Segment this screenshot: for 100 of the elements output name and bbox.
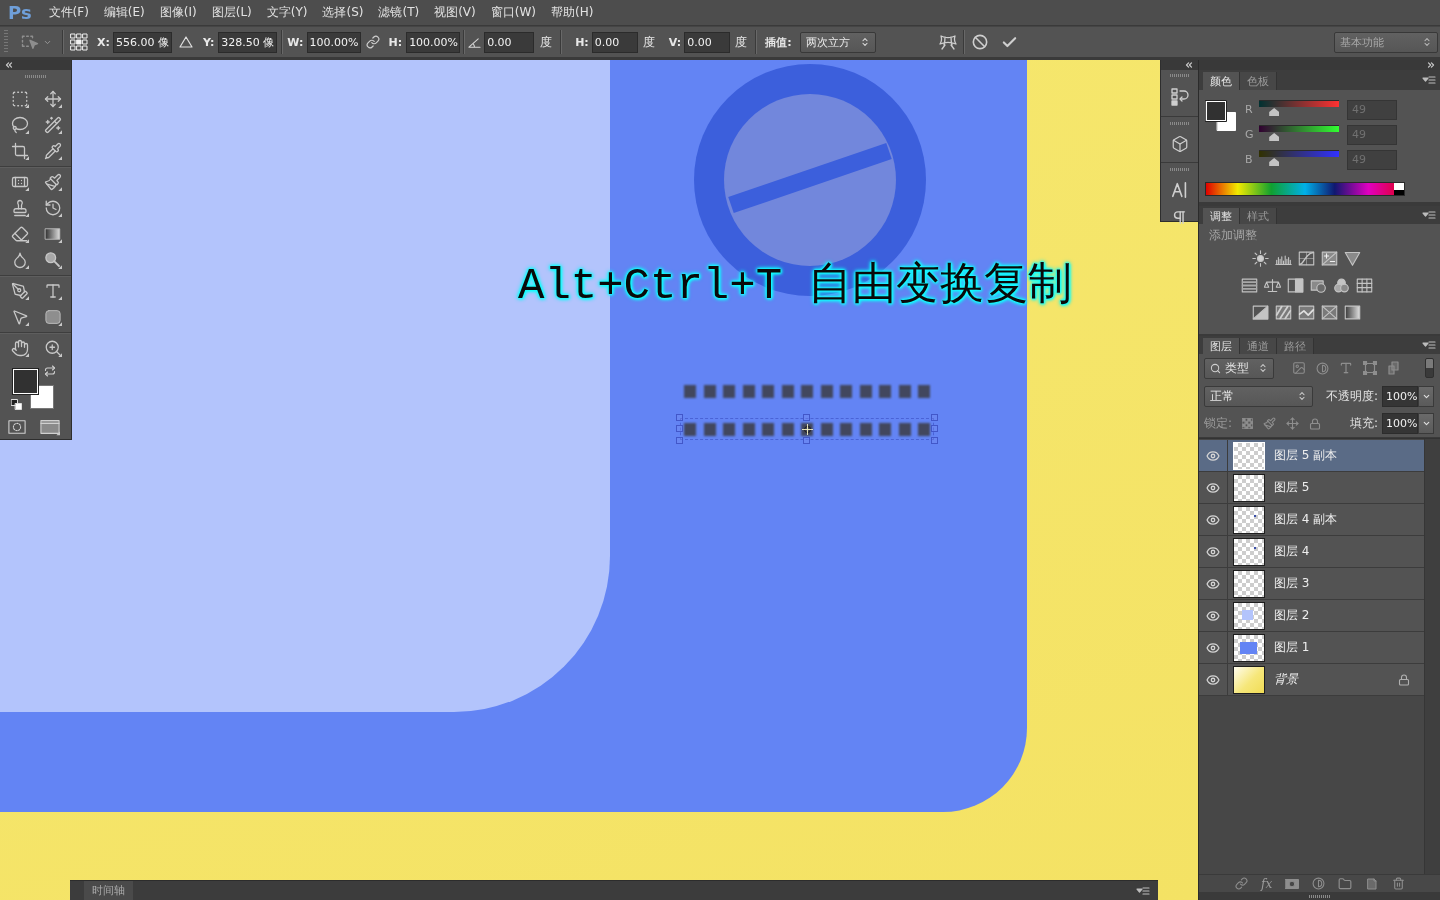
stamp-icon[interactable] [10,199,29,217]
skew-field[interactable]: 0.00 [684,31,731,53]
pilcrow-icon[interactable] [1171,209,1188,226]
eye-icon[interactable] [1206,576,1220,591]
menu-item[interactable]: 编辑(E) [103,4,145,21]
grip-handle[interactable] [1169,122,1190,125]
crosshair-icon[interactable] [802,424,813,435]
menu-item[interactable]: 文件(F) [48,4,89,21]
panel-tab[interactable]: 颜色 [1203,72,1240,90]
mini-swatches-icon[interactable] [11,399,22,410]
transform-handle[interactable] [803,437,810,444]
blend-mode-select[interactable]: 正常 [1204,385,1313,407]
plus-minus-square-icon[interactable] [1321,250,1338,267]
grid-icon[interactable] [1355,277,1373,294]
width-field[interactable]: 100.00% [306,31,361,53]
type-icon[interactable] [43,282,62,300]
updown-caret-icon[interactable] [859,37,870,47]
expand-icon[interactable] [1426,60,1436,70]
grip-handle[interactable] [1169,168,1190,171]
panel-menu-icon[interactable] [1422,73,1436,87]
sun-icon[interactable] [1252,250,1269,267]
stacked-squares-arrow-icon[interactable] [1169,87,1190,107]
eye-icon[interactable] [1206,640,1220,655]
grip-handle[interactable] [4,30,8,54]
layer-row[interactable]: 图层 5 [1199,472,1424,504]
eye-icon[interactable] [1206,608,1220,623]
layer-row[interactable]: 图层 2 [1199,600,1424,632]
dashed-rectangle-icon[interactable] [10,90,29,108]
menu-item[interactable]: 视图(V) [434,4,476,21]
menu-item[interactable]: 图层(L) [211,4,252,21]
pen-nib-icon[interactable] [10,282,29,300]
color-swatches-icon[interactable] [1205,100,1237,132]
collapse-icon[interactable] [1184,60,1194,70]
filter-toggle-switch[interactable] [1425,358,1434,378]
x-position-field[interactable]: 556.00 像 [112,31,172,53]
crop-icon[interactable] [10,142,29,160]
updown-caret-icon[interactable] [1421,37,1432,47]
inverted-triangle-icon[interactable] [1344,250,1361,267]
interpolation-select[interactable]: 两次立方 [799,31,876,53]
eyedropper-icon[interactable] [43,142,62,160]
rounded-square-icon[interactable] [43,308,62,326]
layer-row[interactable]: 图层 4 副本 [1199,504,1424,536]
cancel-icon[interactable] [971,34,988,50]
wand-icon[interactable] [43,116,62,134]
y-position-field[interactable]: 328.50 像 [218,31,278,53]
dashed-circle-frame-icon[interactable] [7,418,26,436]
clock-arrow-icon[interactable] [43,199,62,217]
grip-handle[interactable] [24,75,47,78]
menu-item[interactable]: 窗口(W) [490,4,536,21]
hand-icon[interactable] [10,339,29,357]
layer-row[interactable]: 图层 1 [1199,632,1424,664]
menu-item[interactable]: 选择(S) [322,4,364,21]
color-spectrum-bar[interactable] [1205,182,1405,196]
menu-item[interactable]: 帮助(H) [551,4,594,21]
diagonal-square-icon[interactable] [1252,304,1269,321]
zoom-icon[interactable] [43,339,62,357]
camera-icon[interactable] [1309,277,1327,294]
dropdown-button[interactable] [1418,385,1434,407]
menu-item[interactable]: 文字(Y) [266,4,308,21]
window-frame-icon[interactable] [39,417,60,437]
warp-mesh-icon[interactable] [937,32,958,52]
letter-cursor-icon[interactable] [1170,181,1189,199]
layer-row[interactable]: 背景 [1199,664,1424,696]
eraser-icon[interactable] [10,225,29,243]
triangle-icon[interactable] [178,35,193,49]
panel-tab[interactable]: 图层 [1203,338,1240,354]
swap-arrows-icon[interactable] [44,365,56,377]
eye-icon[interactable] [1206,448,1220,463]
type-icon[interactable] [1339,361,1353,375]
panel-menu-icon[interactable] [1422,338,1436,352]
move-arrows-icon[interactable] [43,90,62,108]
eye-icon[interactable] [1206,544,1220,559]
corner-handles-square-icon[interactable] [1363,361,1377,375]
checkerboard-icon[interactable] [1242,418,1254,429]
move-arrows-icon[interactable] [1286,417,1300,430]
panel-menu-icon[interactable] [1422,208,1436,222]
folder-icon[interactable] [1338,876,1353,891]
gradient-rectangle-icon[interactable] [43,225,62,243]
layer-row[interactable]: 图层 3 [1199,568,1424,600]
reference-grid-icon[interactable] [70,33,88,51]
scrollbar-track[interactable] [1424,439,1440,874]
link-icon[interactable] [365,35,380,49]
three-circles-icon[interactable] [1332,277,1350,294]
menu-item[interactable]: 滤镜(T) [378,4,420,21]
balance-scale-icon[interactable] [1263,277,1281,294]
paintbrush-icon[interactable] [43,173,62,191]
eye-icon[interactable] [1206,480,1220,495]
cube-icon[interactable] [1170,135,1189,153]
layer-row[interactable]: 图层 4 [1199,536,1424,568]
horizontal-bars-icon[interactable] [1240,277,1258,294]
gradient-square-icon[interactable] [1344,304,1361,321]
panel-tab[interactable]: 调整 [1203,208,1240,224]
lock-icon[interactable] [1309,417,1322,430]
dashed-selection-icon[interactable] [20,32,40,52]
rotation-field[interactable]: 0.00 [484,31,535,53]
layer-row[interactable]: 图层 5 副本 [1199,440,1424,472]
dropdown-button[interactable] [1418,413,1434,434]
paintbrush-icon[interactable] [1263,417,1277,430]
link-icon[interactable] [1235,877,1248,890]
height-field[interactable]: 100.00% [406,31,461,53]
